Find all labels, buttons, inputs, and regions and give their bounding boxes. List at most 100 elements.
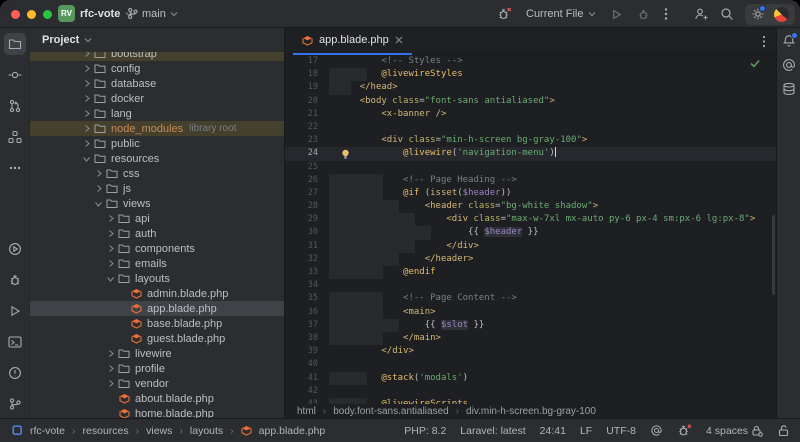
tree-item-public[interactable]: public xyxy=(30,136,284,151)
tree-item-admin.blade.php[interactable]: admin.blade.php xyxy=(30,286,284,301)
settings-gear-icon[interactable] xyxy=(751,7,765,21)
tab-app-blade-php[interactable]: app.blade.php xyxy=(293,28,412,55)
tree-item-base.blade.php[interactable]: base.blade.php xyxy=(30,316,284,331)
tool-commit-icon[interactable] xyxy=(4,64,26,86)
status-path-item[interactable]: app.blade.php xyxy=(259,425,326,437)
tree-item-emails[interactable]: emails xyxy=(30,256,284,271)
code-line-32[interactable]: 32 </header> xyxy=(285,253,776,266)
tree-item-profile[interactable]: profile xyxy=(30,361,284,376)
code-line-21[interactable]: 21 <x-banner /> xyxy=(285,108,776,121)
tool-more-icon[interactable] xyxy=(4,157,26,179)
code-with-me-icon[interactable] xyxy=(694,7,709,21)
tree-item-vendor[interactable]: vendor xyxy=(30,376,284,391)
tree-item-node_modules[interactable]: node_moduleslibrary root xyxy=(30,121,284,136)
code-line-26[interactable]: 26 <!-- Page Heading --> xyxy=(285,174,776,187)
database-icon[interactable] xyxy=(782,82,796,96)
tree-item-components[interactable]: components xyxy=(30,241,284,256)
tree-chevron-icon[interactable] xyxy=(92,200,105,208)
tree-item-layouts[interactable]: layouts xyxy=(30,271,284,286)
project-panel-header[interactable]: Project xyxy=(30,28,284,52)
tree-chevron-icon[interactable] xyxy=(80,124,93,133)
debug-listener-off-icon[interactable] xyxy=(497,7,512,21)
code-line-37[interactable]: 37 {{ $slot }} xyxy=(285,319,776,332)
caret-position-widget[interactable]: 24:41 xyxy=(540,425,566,437)
tree-chevron-icon[interactable] xyxy=(104,229,117,238)
code-line-19[interactable]: 19 </head> xyxy=(285,81,776,94)
tool-terminal-icon[interactable] xyxy=(4,331,26,353)
php-version-widget[interactable]: PHP: 8.2 xyxy=(404,425,446,437)
tree-chevron-icon[interactable] xyxy=(104,379,117,388)
tree-chevron-icon[interactable] xyxy=(92,169,105,178)
tree-item-api[interactable]: api xyxy=(30,211,284,226)
tool-structure-icon[interactable] xyxy=(4,126,26,148)
tree-chevron-icon[interactable] xyxy=(80,155,93,163)
code-line-40[interactable]: 40 xyxy=(285,358,776,371)
branch-widget[interactable]: main xyxy=(127,5,178,22)
tree-item-database[interactable]: database xyxy=(30,76,284,91)
code-line-36[interactable]: 36 <main> xyxy=(285,306,776,319)
tree-item-views[interactable]: views xyxy=(30,196,284,211)
run-button[interactable] xyxy=(610,8,623,21)
more-actions-kebab-icon[interactable] xyxy=(664,7,668,21)
tree-item-bootstrap[interactable]: bootstrap xyxy=(30,52,284,61)
xdebug-off-icon[interactable] xyxy=(677,424,692,437)
tree-chevron-icon[interactable] xyxy=(104,214,117,223)
breadcrumb-item[interactable]: html xyxy=(297,406,316,417)
code-line-39[interactable]: 39 </div> xyxy=(285,345,776,358)
tree-item-lang[interactable]: lang xyxy=(30,106,284,121)
code-line-28[interactable]: 28 <header class="bg-white shadow"> xyxy=(285,200,776,213)
tree-chevron-icon[interactable] xyxy=(80,64,93,73)
code-line-35[interactable]: 35 <!-- Page Content --> xyxy=(285,292,776,305)
tree-item-resources[interactable]: resources xyxy=(30,151,284,166)
tool-version-control-icon[interactable] xyxy=(4,393,26,415)
tool-problems-icon[interactable] xyxy=(4,362,26,384)
code-line-41[interactable]: 41 @stack('modals') xyxy=(285,372,776,385)
project-widget[interactable]: RV rfc-vote xyxy=(58,5,133,22)
code-line-29[interactable]: 29 <div class="max-w-7xl mx-auto py-6 px… xyxy=(285,213,776,226)
code-line-33[interactable]: 33 @endif xyxy=(285,266,776,279)
notifications-bell-icon[interactable] xyxy=(782,34,796,48)
debug-button[interactable] xyxy=(637,8,650,21)
tool-run-icon[interactable] xyxy=(4,300,26,322)
tree-chevron-icon[interactable] xyxy=(104,364,117,373)
tool-pull-requests-icon[interactable] xyxy=(4,95,26,117)
tree-chevron-icon[interactable] xyxy=(104,244,117,253)
close-tab-icon[interactable] xyxy=(395,36,403,44)
status-path-item[interactable]: views xyxy=(146,425,172,437)
tree-item-css[interactable]: css xyxy=(30,166,284,181)
tree-chevron-icon[interactable] xyxy=(92,184,105,193)
search-everywhere-icon[interactable] xyxy=(720,7,734,21)
tree-chevron-icon[interactable] xyxy=(80,109,93,118)
inspection-ok-icon[interactable] xyxy=(750,59,760,68)
tree-item-app.blade.php[interactable]: app.blade.php xyxy=(30,301,284,316)
tree-chevron-icon[interactable] xyxy=(80,79,93,88)
close-window-button[interactable] xyxy=(11,10,20,19)
code-line-17[interactable]: 17 <!-- Styles --> xyxy=(285,55,776,68)
code-line-27[interactable]: 27 @if (isset($header)) xyxy=(285,187,776,200)
breadcrumb-item[interactable]: div.min-h-screen.bg-gray-100 xyxy=(466,406,596,417)
tree-chevron-icon[interactable] xyxy=(80,52,93,58)
user-avatar[interactable] xyxy=(774,7,789,22)
status-breadcrumb[interactable]: rfc-vote›resources›views›layouts›app.bla… xyxy=(0,425,325,437)
tree-item-auth[interactable]: auth xyxy=(30,226,284,241)
tree-chevron-icon[interactable] xyxy=(80,94,93,103)
tree-chevron-icon[interactable] xyxy=(80,139,93,148)
mentions-icon[interactable] xyxy=(782,58,796,72)
tool-services-icon[interactable] xyxy=(4,238,26,260)
code-editor[interactable]: 17 <!-- Styles -->18 @livewireStyles19 <… xyxy=(285,55,776,404)
code-line-20[interactable]: 20 <body class="font-sans antialiased"> xyxy=(285,95,776,108)
breadcrumb-item[interactable]: body.font-sans.antialiased xyxy=(333,406,448,417)
code-line-25[interactable]: 25 xyxy=(285,161,776,174)
zoom-window-button[interactable] xyxy=(43,10,52,19)
tab-options-kebab-icon[interactable] xyxy=(762,35,766,48)
code-line-24[interactable]: 24 @livewire('navigation-menu') xyxy=(285,147,776,160)
composer-icon[interactable] xyxy=(650,424,663,437)
editor-scrollbar[interactable] xyxy=(772,215,775,295)
tree-chevron-icon[interactable] xyxy=(104,259,117,268)
tree-item-livewire[interactable]: livewire xyxy=(30,346,284,361)
line-separator-widget[interactable]: LF xyxy=(580,425,592,437)
tree-item-guest.blade.php[interactable]: guest.blade.php xyxy=(30,331,284,346)
indent-widget[interactable]: 4 spaces xyxy=(706,425,763,437)
tree-item-docker[interactable]: docker xyxy=(30,91,284,106)
code-line-22[interactable]: 22 xyxy=(285,121,776,134)
